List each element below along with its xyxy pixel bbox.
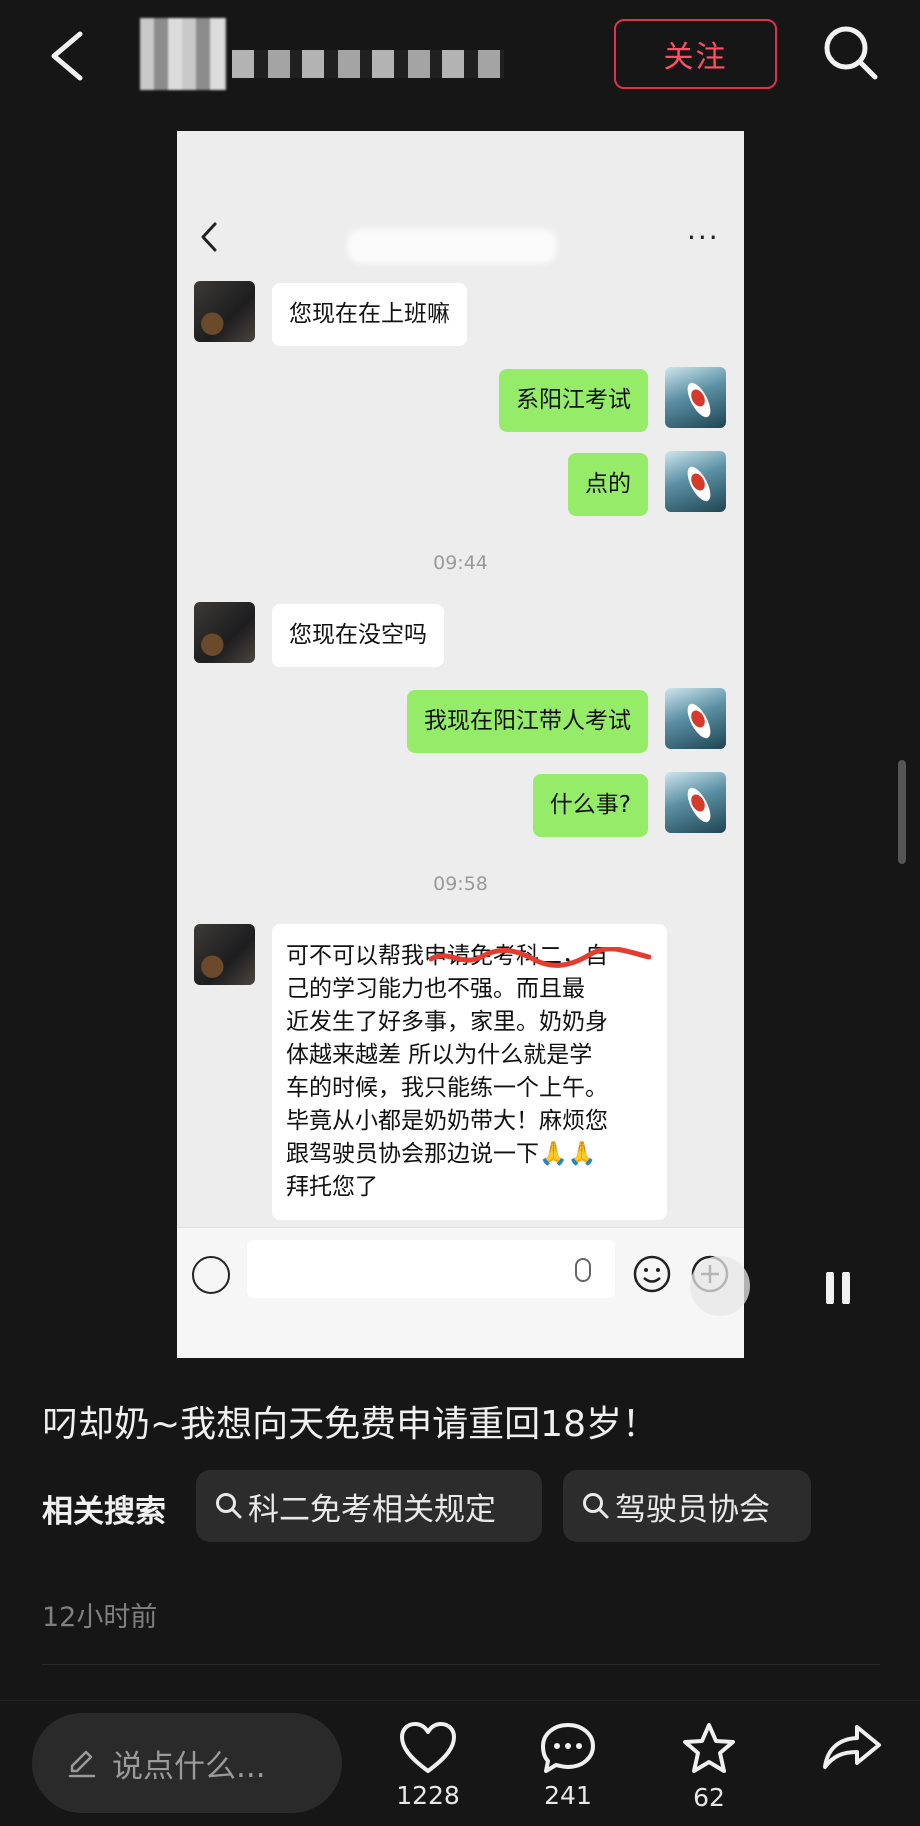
related-search-chip[interactable]: 科二免考相关规定 (196, 1470, 542, 1542)
message-bubble: 我现在阳江带人考试 (407, 690, 648, 753)
chat-message: 系阳江考试 (177, 367, 744, 437)
chat-message: 什么事? (177, 772, 744, 842)
chat-input-bar (177, 1227, 744, 1358)
author-name[interactable] (232, 50, 504, 78)
divider (42, 1664, 880, 1665)
message-bubble: 您现在没空吗 (272, 604, 444, 667)
chat-message: 我现在阳江带人考试 (177, 688, 744, 758)
favorite-button[interactable]: 62 (659, 1721, 759, 1812)
post-caption: 叼却奶~我想向天免费申请重回18岁！ (42, 1404, 658, 1445)
top-bar: 关注 (0, 0, 920, 128)
red-scribble-annotation (429, 947, 651, 968)
related-search-chip[interactable]: 驾驶员协会 (563, 1470, 811, 1542)
chat-message: 您现在在上班嘛 (177, 281, 744, 351)
search-icon (216, 1493, 242, 1519)
post-time: 12小时前 (42, 1602, 158, 1633)
chat-timestamp: 09:58 (433, 873, 488, 895)
chat-header: ··· (177, 131, 744, 271)
heart-icon (400, 1722, 456, 1773)
chat-timestamp: 09:44 (433, 552, 488, 574)
share-button[interactable] (802, 1721, 902, 1775)
self-avatar (665, 688, 726, 749)
emoji-icon (633, 1255, 671, 1293)
chat-title-redacted (347, 229, 557, 263)
self-avatar (665, 367, 726, 428)
message-line: 跟驾驶员协会那边说一下🙏🙏 (286, 1141, 597, 1167)
comment-count: 241 (544, 1781, 592, 1810)
follow-button[interactable]: 关注 (614, 19, 777, 89)
chat-back-icon (201, 222, 217, 252)
contact-avatar (194, 924, 255, 985)
message-bubble: 系阳江考试 (499, 369, 648, 432)
post-image[interactable]: ··· 您现在在上班嘛 系阳江考试 点的 09:44 您现在没空吗 我现在阳江带… (177, 131, 744, 1358)
voice-icon (192, 1256, 230, 1294)
pause-icon[interactable] (826, 1272, 852, 1304)
message-line: 体越来越差 所以为什么就是学 (286, 1042, 593, 1068)
like-button[interactable]: 1228 (378, 1721, 478, 1810)
self-avatar (665, 772, 726, 833)
author-avatar[interactable] (140, 18, 226, 90)
microphone-icon (575, 1258, 591, 1282)
self-avatar (665, 451, 726, 512)
chat-message: 点的 (177, 451, 744, 521)
chat-message: 您现在没空吗 (177, 602, 744, 672)
more-icon: ··· (687, 221, 720, 254)
search-icon (583, 1493, 609, 1519)
scrollbar[interactable] (898, 760, 906, 864)
message-line: 车的时候，我只能练一个上午。 (286, 1075, 608, 1101)
related-search-text: 驾驶员协会 (615, 1491, 770, 1528)
back-arrow-icon[interactable] (44, 28, 92, 84)
message-bubble: 您现在在上班嘛 (272, 283, 467, 346)
star-icon (683, 1723, 735, 1773)
comment-placeholder: 说点什么... (112, 1748, 266, 1785)
search-icon[interactable] (820, 22, 880, 82)
message-line: 己的学习能力也不强。而且最 (286, 976, 585, 1002)
contact-avatar (194, 602, 255, 663)
share-arrow-icon (823, 1725, 881, 1769)
message-line: 毕竟从小都是奶奶带大！麻烦您 (286, 1108, 608, 1134)
favorite-count: 62 (693, 1783, 725, 1812)
comment-bubble-icon (541, 1723, 595, 1773)
comment-button[interactable]: 241 (518, 1721, 618, 1810)
like-count: 1228 (396, 1781, 460, 1810)
message-line: 拜托您了 (286, 1174, 378, 1200)
message-bubble: 什么事? (532, 774, 648, 837)
pencil-icon (68, 1750, 96, 1778)
message-bubble: 点的 (568, 453, 648, 516)
image-search-icon[interactable] (690, 1256, 750, 1316)
contact-avatar (194, 281, 255, 342)
related-search-text: 科二免考相关规定 (248, 1491, 496, 1528)
bottom-action-bar: 说点什么... 1228 241 62 (0, 1700, 920, 1826)
related-search-label: 相关搜索 (42, 1494, 166, 1530)
message-line: 近发生了好多事，家里。奶奶身 (286, 1009, 608, 1035)
chat-text-field (247, 1240, 615, 1298)
comment-input[interactable]: 说点什么... (32, 1713, 342, 1813)
